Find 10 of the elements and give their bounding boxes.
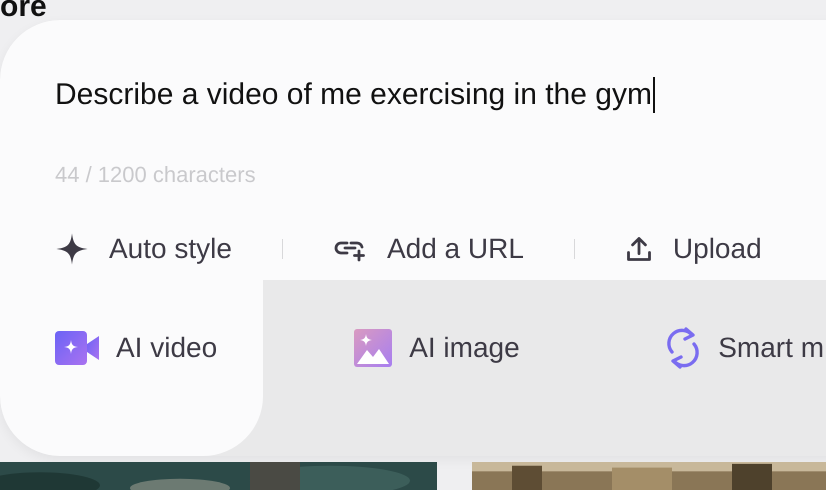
prompt-field[interactable]: Describe a video of me exercising in the gym bbox=[55, 74, 655, 116]
image-icon bbox=[353, 328, 394, 368]
tool-button[interactable]: Auto style bbox=[55, 232, 232, 266]
upload-icon bbox=[624, 235, 653, 263]
video-camera-icon bbox=[54, 330, 100, 366]
mode-tab[interactable]: AI video bbox=[0, 280, 264, 456]
tool-button[interactable]: Add a URL bbox=[332, 233, 524, 265]
sparkle-icon bbox=[55, 232, 89, 266]
section-heading: ore bbox=[0, 0, 47, 17]
tool-button[interactable]: Upload bbox=[624, 233, 762, 265]
